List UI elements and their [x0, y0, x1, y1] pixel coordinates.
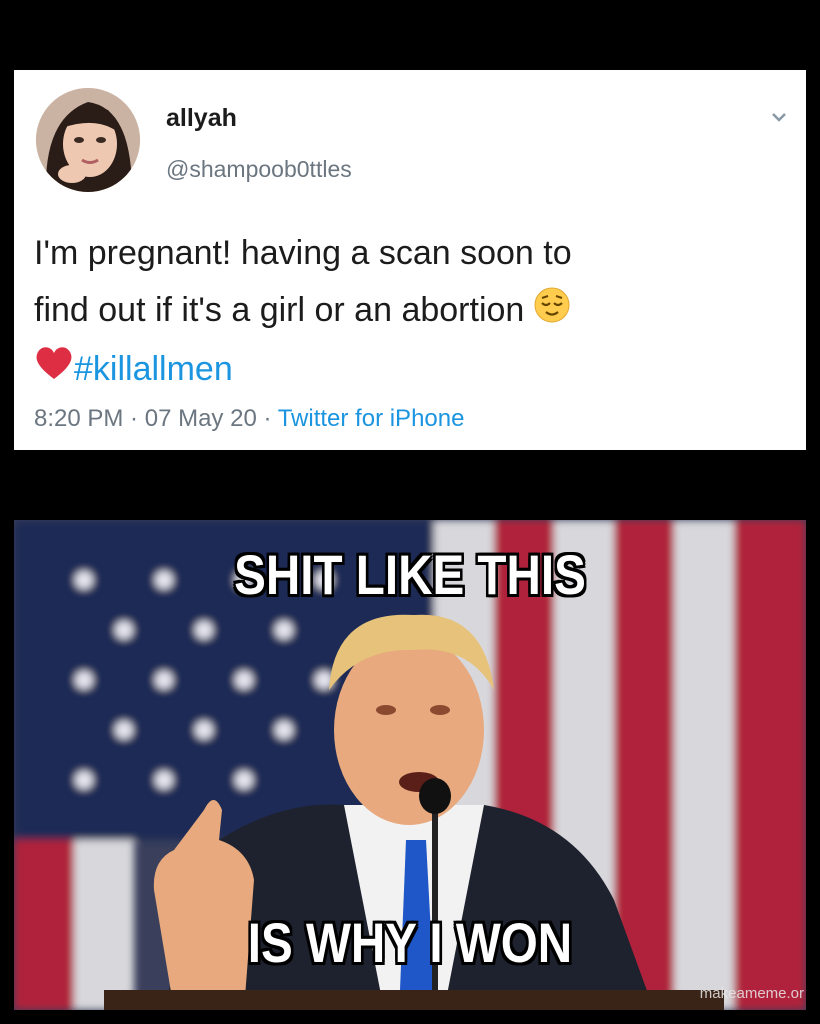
- hashtag-link[interactable]: #killallmen: [74, 350, 233, 388]
- tweet-source-link[interactable]: Twitter for iPhone: [278, 405, 465, 432]
- meta-separator-1: ·: [123, 405, 145, 432]
- tweet-text-line-2-text: find out if it's a girl or an abortion: [34, 291, 525, 329]
- tweet-text-line-1: I'm pregnant! having a scan soon to: [34, 234, 572, 272]
- avatar[interactable]: [36, 88, 140, 192]
- meme-image: SHIT LIKE THIS IS WHY I WON makeameme.or: [14, 520, 806, 1010]
- tweet-meta: 8:20 PM · 07 May 20 · Twitter for iPhone: [34, 405, 464, 433]
- tweet-time[interactable]: 8:20 PM: [34, 405, 123, 432]
- tweet-text-line-2: find out if it's a girl or an abortion: [34, 282, 794, 341]
- meme-bottom-caption: IS WHY I WON: [247, 911, 573, 974]
- tweet-text-line-3: #killallmen: [34, 341, 794, 400]
- display-name[interactable]: allyah: [166, 104, 237, 133]
- watermark: makeameme.or: [699, 985, 804, 1002]
- user-handle[interactable]: @shampoob0ttles: [166, 156, 352, 183]
- tweet-text: I'm pregnant! having a scan soon to find…: [34, 225, 794, 399]
- relieved-face-emoji-icon: [534, 284, 570, 341]
- meta-separator-2: ·: [256, 405, 278, 432]
- chevron-down-icon[interactable]: [768, 106, 790, 128]
- meme-top-caption: SHIT LIKE THIS: [234, 543, 586, 606]
- red-heart-emoji-icon: [34, 342, 74, 399]
- tweet-card: allyah @shampoob0ttles I'm pregnant! hav…: [14, 70, 806, 450]
- tweet-date[interactable]: 07 May 20: [145, 405, 257, 432]
